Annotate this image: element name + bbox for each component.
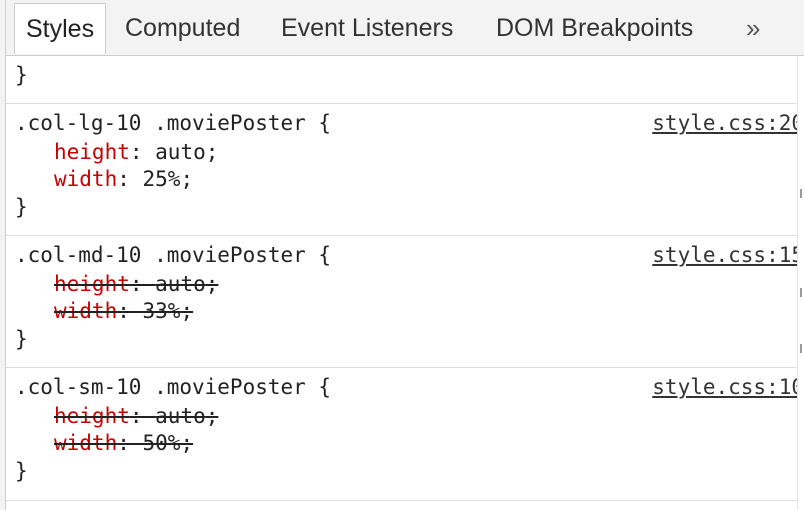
rule-source-link[interactable]: style.css:15 <box>652 242 804 268</box>
property-value[interactable]: 25% <box>143 167 181 191</box>
property-line[interactable]: height: auto; <box>54 139 218 165</box>
property-line[interactable]: width: 25%; <box>54 166 193 192</box>
property-value[interactable]: auto <box>155 140 206 164</box>
more-tabs-chevron-icon[interactable]: » <box>746 3 761 54</box>
property-name[interactable]: width <box>54 167 117 191</box>
css-rule[interactable]: .col-md-10 .moviePoster { style.css:15 h… <box>6 236 804 368</box>
rule-selector[interactable]: .col-sm-10 .moviePoster { <box>15 374 331 400</box>
rule-close-brace: } <box>15 195 28 219</box>
css-rule[interactable]: .col-lg-10 .moviePoster { style.css:20 h… <box>6 104 804 236</box>
rule-close-brace: } <box>15 327 28 351</box>
scrollbar-marker <box>800 288 802 297</box>
overridden-property-line[interactable]: width: 33%; <box>54 298 193 324</box>
property-name[interactable]: height <box>54 272 130 296</box>
tab-dom-breakpoints[interactable]: DOM Breakpoints <box>496 3 693 54</box>
rule-source-link[interactable]: style.css:10 <box>652 374 804 400</box>
overridden-property-line[interactable]: width: 50%; <box>54 430 193 456</box>
scrollbar-marker <box>800 189 802 198</box>
rule-selector[interactable]: .col-lg-10 .moviePoster { <box>15 110 331 136</box>
tab-styles[interactable]: Styles <box>14 3 107 54</box>
property-name[interactable]: height <box>54 404 130 428</box>
tab-computed[interactable]: Computed <box>125 3 240 54</box>
rule-selector[interactable]: .col-md-10 .moviePoster { <box>15 242 331 268</box>
rule-source-link[interactable]: style.css:20 <box>652 110 804 136</box>
property-value[interactable]: auto <box>155 272 206 296</box>
property-value[interactable]: 33% <box>143 299 181 323</box>
css-rule[interactable]: .col-sm-10 .moviePoster { style.css:10 h… <box>6 368 804 501</box>
rule-close-brace: } <box>15 63 28 87</box>
property-name[interactable]: height <box>54 140 130 164</box>
property-value[interactable]: 50% <box>143 431 181 455</box>
property-value[interactable]: auto <box>155 404 206 428</box>
tab-event-listeners[interactable]: Event Listeners <box>281 3 453 54</box>
scrollbar-track[interactable] <box>797 56 804 510</box>
property-name[interactable]: width <box>54 431 117 455</box>
overridden-property-line[interactable]: height: auto; <box>54 271 218 297</box>
previous-rule: } <box>6 56 798 104</box>
scrollbar-marker <box>800 344 802 353</box>
styles-pane: } .col-lg-10 .moviePoster { style.css:20… <box>6 56 804 510</box>
property-name[interactable]: width <box>54 299 117 323</box>
overridden-property-line[interactable]: height: auto; <box>54 403 218 429</box>
styles-tab-bar: Styles Computed Event Listeners DOM Brea… <box>6 0 804 56</box>
rule-close-brace: } <box>15 459 28 483</box>
